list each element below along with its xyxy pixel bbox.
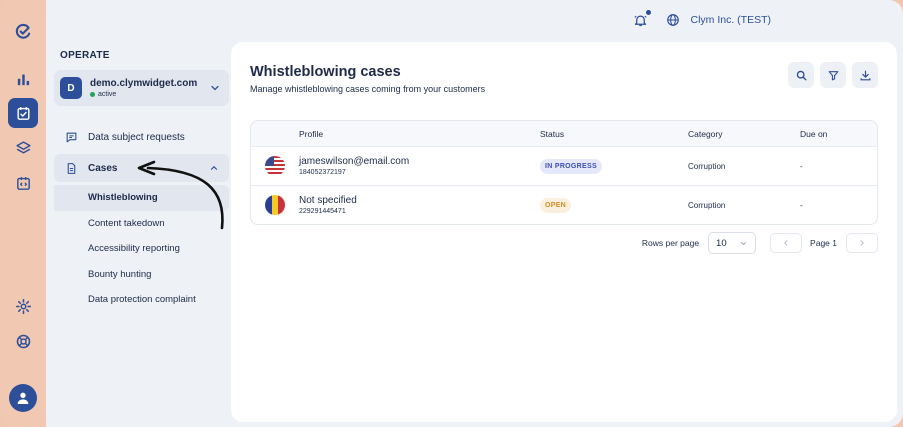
- table-header: Profile Status Category Due on: [251, 121, 877, 146]
- page-subtitle: Manage whistleblowing cases coming from …: [250, 84, 486, 94]
- table-row[interactable]: Not specified 229291445471 OPEN Corrupti…: [251, 185, 877, 224]
- header-category[interactable]: Category: [688, 129, 800, 139]
- search-button[interactable]: [788, 62, 814, 88]
- notification-bell-icon[interactable]: [633, 10, 651, 28]
- chevron-down-icon: [740, 241, 747, 245]
- account-badge: D: [60, 77, 82, 99]
- us-flag-icon: [265, 156, 285, 176]
- prev-page-button[interactable]: [770, 233, 803, 253]
- sidebar: OPERATE D demo.clymwidget.com active Dat…: [54, 40, 229, 313]
- toolbar: [788, 62, 878, 88]
- status-badge: IN PROGRESS: [540, 158, 602, 174]
- main-panel: Whistleblowing cases Manage whistleblowi…: [231, 42, 897, 422]
- rows-per-page-value: 10: [716, 237, 727, 249]
- header-profile[interactable]: Profile: [299, 129, 540, 139]
- filter-button[interactable]: [820, 62, 846, 88]
- category-cell: Corruption: [688, 161, 726, 171]
- topbar: Clym Inc. (TEST): [633, 10, 772, 28]
- profile-id: 184052372197: [299, 169, 346, 176]
- category-cell: Corruption: [688, 200, 726, 210]
- sidebar-subitem-accessibility-reporting[interactable]: Accessibility reporting: [54, 236, 229, 262]
- logo-icon[interactable]: [8, 16, 38, 46]
- widget-code-icon[interactable]: [8, 168, 38, 198]
- sidebar-item-label: Data subject requests: [88, 131, 185, 143]
- account-switcher[interactable]: D demo.clymwidget.com active: [54, 70, 229, 106]
- chevron-down-icon: [211, 85, 219, 91]
- due-cell: -: [800, 161, 803, 171]
- pagination: Rows per page 10 Page 1: [642, 232, 878, 254]
- romania-flag-icon: [265, 195, 285, 215]
- profile-name: jameswilson@email.com: [299, 156, 410, 167]
- due-cell: -: [800, 200, 803, 210]
- cases-table: Profile Status Category Due on jameswils…: [250, 120, 878, 225]
- company-switcher[interactable]: Clym Inc. (TEST): [691, 14, 772, 26]
- header-status[interactable]: Status: [540, 129, 688, 139]
- download-button[interactable]: [852, 62, 878, 88]
- globe-icon[interactable]: [665, 12, 681, 28]
- filter-icon: [828, 70, 838, 80]
- sidebar-subitem-content-takedown[interactable]: Content takedown: [54, 211, 229, 237]
- page-title: Whistleblowing cases: [250, 64, 401, 80]
- chevron-left-icon: [784, 240, 788, 246]
- chevron-right-icon: [860, 240, 864, 246]
- analytics-icon[interactable]: [8, 64, 38, 94]
- sidebar-subitem-data-protection-complaint[interactable]: Data protection complaint: [54, 287, 229, 313]
- status-badge: OPEN: [540, 197, 572, 213]
- sidebar-subitem-whistleblowing[interactable]: Whistleblowing: [54, 185, 229, 211]
- layers-icon[interactable]: [8, 133, 38, 163]
- account-status-label: active: [98, 91, 117, 98]
- chevron-up-icon: [210, 165, 218, 170]
- notification-dot: [645, 10, 651, 15]
- rows-per-page-select[interactable]: 10: [708, 232, 757, 254]
- section-label: OPERATE: [60, 50, 110, 61]
- sidebar-subitem-bounty-hunting[interactable]: Bounty hunting: [54, 262, 229, 288]
- header-due-on[interactable]: Due on: [800, 129, 877, 139]
- download-icon: [860, 70, 870, 80]
- cases-icon[interactable]: [8, 98, 38, 128]
- sidebar-item-cases[interactable]: Cases: [54, 154, 229, 182]
- page-indicator: Page 1: [810, 238, 837, 248]
- account-status: active: [90, 91, 197, 98]
- search-icon: [796, 70, 807, 81]
- document-icon: [64, 161, 78, 175]
- account-domain: demo.clymwidget.com: [90, 78, 198, 89]
- support-icon[interactable]: [8, 326, 38, 356]
- icon-rail: [0, 0, 46, 427]
- profile-id: 229291445471: [299, 208, 346, 215]
- user-avatar-icon[interactable]: [9, 384, 37, 412]
- sidebar-item-label: Cases: [88, 162, 118, 174]
- rows-per-page-label: Rows per page: [641, 238, 700, 248]
- table-row[interactable]: jameswilson@email.com 184052372197 IN PR…: [251, 146, 877, 185]
- sidebar-item-data-subject-requests[interactable]: Data subject requests: [54, 123, 229, 151]
- profile-name: Not specified: [299, 195, 357, 206]
- status-dot: [90, 92, 95, 97]
- next-page-button[interactable]: [846, 233, 878, 253]
- settings-icon[interactable]: [8, 291, 38, 321]
- chat-icon: [64, 130, 78, 144]
